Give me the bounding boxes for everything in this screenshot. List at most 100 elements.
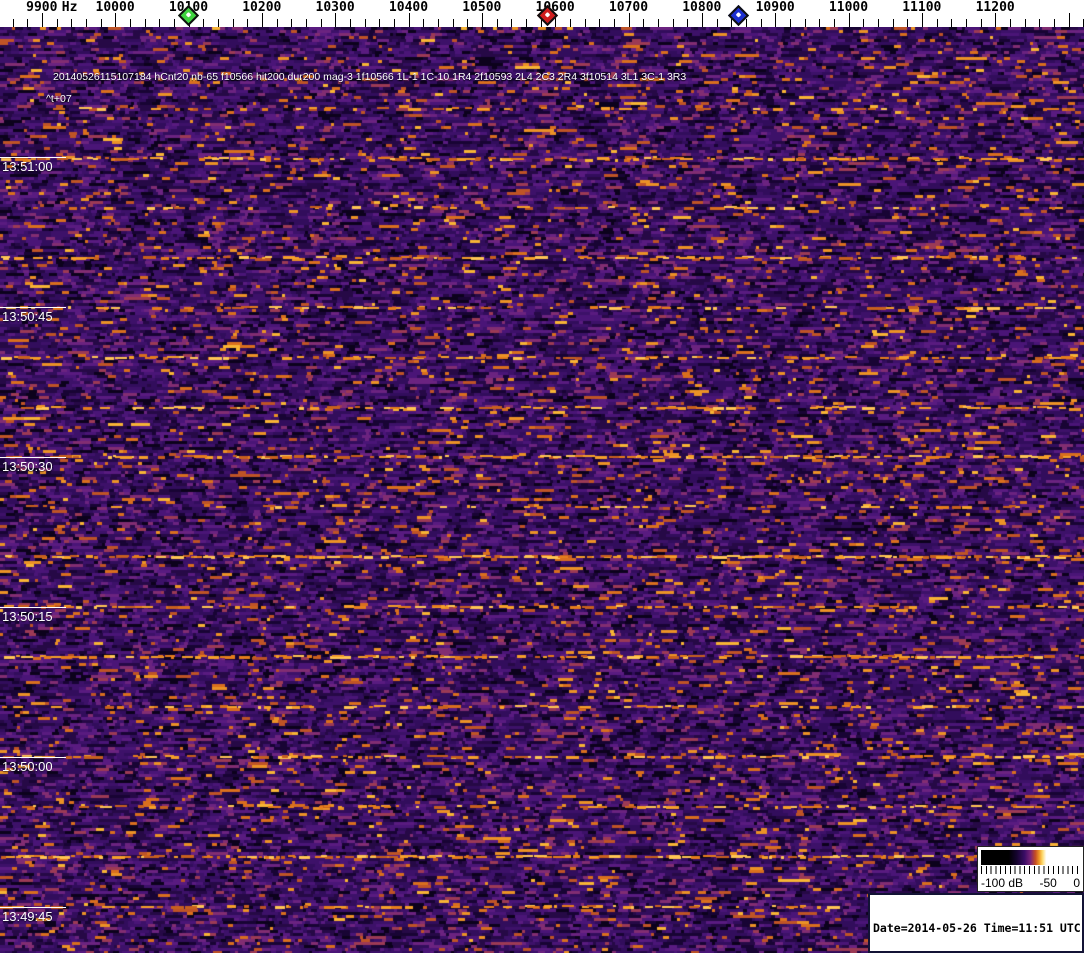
- minor-tick: [467, 19, 469, 27]
- minor-tick: [349, 19, 351, 27]
- time-tick-line: [0, 307, 66, 308]
- minor-tick: [144, 19, 146, 27]
- minor-tick: [511, 19, 513, 27]
- minor-tick: [1039, 19, 1041, 27]
- time-label-text: 13:50:15: [2, 609, 53, 624]
- minor-tick: [100, 19, 102, 27]
- colorbar-label-max: 0: [1073, 876, 1080, 890]
- spectrogram-canvas: [0, 27, 1084, 953]
- minor-tick: [305, 19, 307, 27]
- freq-tick-label: 10700: [608, 0, 649, 15]
- major-tick: [261, 13, 263, 27]
- minor-tick: [173, 19, 175, 27]
- minor-tick: [936, 19, 938, 27]
- minor-tick: [760, 19, 762, 27]
- major-tick: [115, 13, 117, 27]
- colorbar-labels: -100 dB -50 0: [981, 876, 1080, 890]
- freq-tick-label: 10400: [388, 0, 429, 15]
- minor-tick: [203, 19, 205, 27]
- minor-tick: [907, 19, 909, 27]
- time-label-text: 13:49:45: [2, 909, 53, 924]
- minor-tick: [423, 19, 425, 27]
- time-label-text: 13:50:30: [2, 459, 53, 474]
- minor-tick: [27, 19, 29, 27]
- freq-tick-label: 10200: [242, 0, 282, 15]
- major-tick: [775, 13, 777, 27]
- time-tick-line: [0, 607, 66, 608]
- minor-tick: [863, 19, 865, 27]
- minor-tick: [569, 19, 571, 27]
- minor-tick: [1009, 19, 1011, 27]
- minor-tick: [437, 19, 439, 27]
- minor-tick: [496, 19, 498, 27]
- colorbar-label-mid: -50: [1039, 876, 1057, 890]
- colorbar: -100 dB -50 0: [977, 846, 1084, 892]
- minor-tick: [965, 19, 967, 27]
- major-tick: [921, 13, 923, 27]
- minor-tick: [584, 19, 586, 27]
- minor-tick: [687, 19, 689, 27]
- freq-tick-label: 10000: [95, 0, 135, 15]
- freq-tick-label: 10300: [315, 0, 355, 15]
- minor-tick: [320, 19, 322, 27]
- marker-center-dot: [185, 11, 192, 18]
- minor-tick: [613, 19, 615, 27]
- info-date-time: Date=2014-05-26 Time=11:51 UTC: [873, 921, 1081, 935]
- minor-tick: [71, 19, 73, 27]
- time-label-text: 13:50:00: [2, 759, 53, 774]
- minor-tick: [247, 19, 249, 27]
- minor-tick: [12, 19, 14, 27]
- freq-tick-label: 11200: [975, 0, 1015, 15]
- minor-tick: [85, 19, 87, 27]
- minor-tick: [789, 19, 791, 27]
- marker-center-dot: [544, 11, 551, 18]
- time-tick-line: [0, 907, 66, 908]
- minor-tick: [291, 19, 293, 27]
- minor-tick: [745, 19, 747, 27]
- minor-tick: [804, 19, 806, 27]
- minor-tick: [525, 19, 527, 27]
- major-tick: [481, 13, 483, 27]
- major-tick: [1068, 13, 1070, 27]
- minor-tick: [819, 19, 821, 27]
- minor-tick: [599, 19, 601, 27]
- colorbar-gradient: [981, 850, 1080, 865]
- freq-tick-label: 10900: [755, 0, 795, 15]
- major-tick: [848, 13, 850, 27]
- minor-tick: [393, 19, 395, 27]
- minor-tick: [56, 19, 58, 27]
- minor-tick: [877, 19, 879, 27]
- minor-tick: [833, 19, 835, 27]
- station-info-box: Date=2014-05-26 Time=11:51 UTC Freq=143 …: [868, 893, 1084, 953]
- minor-tick: [980, 19, 982, 27]
- minor-tick: [364, 19, 366, 27]
- colorbar-tick-ruler: [981, 866, 1080, 874]
- major-tick: [701, 13, 703, 27]
- minor-tick: [452, 19, 454, 27]
- time-tick-line: [0, 157, 66, 158]
- minor-tick: [159, 19, 161, 27]
- freq-tick-label: 11000: [828, 0, 869, 15]
- minor-tick: [643, 19, 645, 27]
- freq-tick-label: 11100: [902, 0, 942, 15]
- minor-tick: [672, 19, 674, 27]
- minor-tick: [951, 19, 953, 27]
- freq-tick-label: 10800: [682, 0, 722, 15]
- freq-tick-label: 10500: [462, 0, 502, 15]
- major-tick: [628, 13, 630, 27]
- time-offset-text: ^t+07: [46, 93, 72, 105]
- minor-tick: [379, 19, 381, 27]
- minor-tick: [716, 19, 718, 27]
- detection-header-text: 20140526115107184 hCnt20 nb-65 f10566 hi…: [53, 71, 687, 83]
- spectrogram-app: 9900100001010010200103001040010500106001…: [0, 0, 1084, 953]
- major-tick: [995, 13, 997, 27]
- time-label-text: 13:51:00: [2, 159, 53, 174]
- colorbar-label-min: -100 dB: [981, 876, 1024, 890]
- major-tick: [41, 13, 43, 27]
- minor-tick: [657, 19, 659, 27]
- time-tick-line: [0, 457, 66, 458]
- minor-tick: [129, 19, 131, 27]
- marker-center-dot: [735, 11, 742, 18]
- time-label-text: 13:50:45: [2, 309, 53, 324]
- minor-tick: [276, 19, 278, 27]
